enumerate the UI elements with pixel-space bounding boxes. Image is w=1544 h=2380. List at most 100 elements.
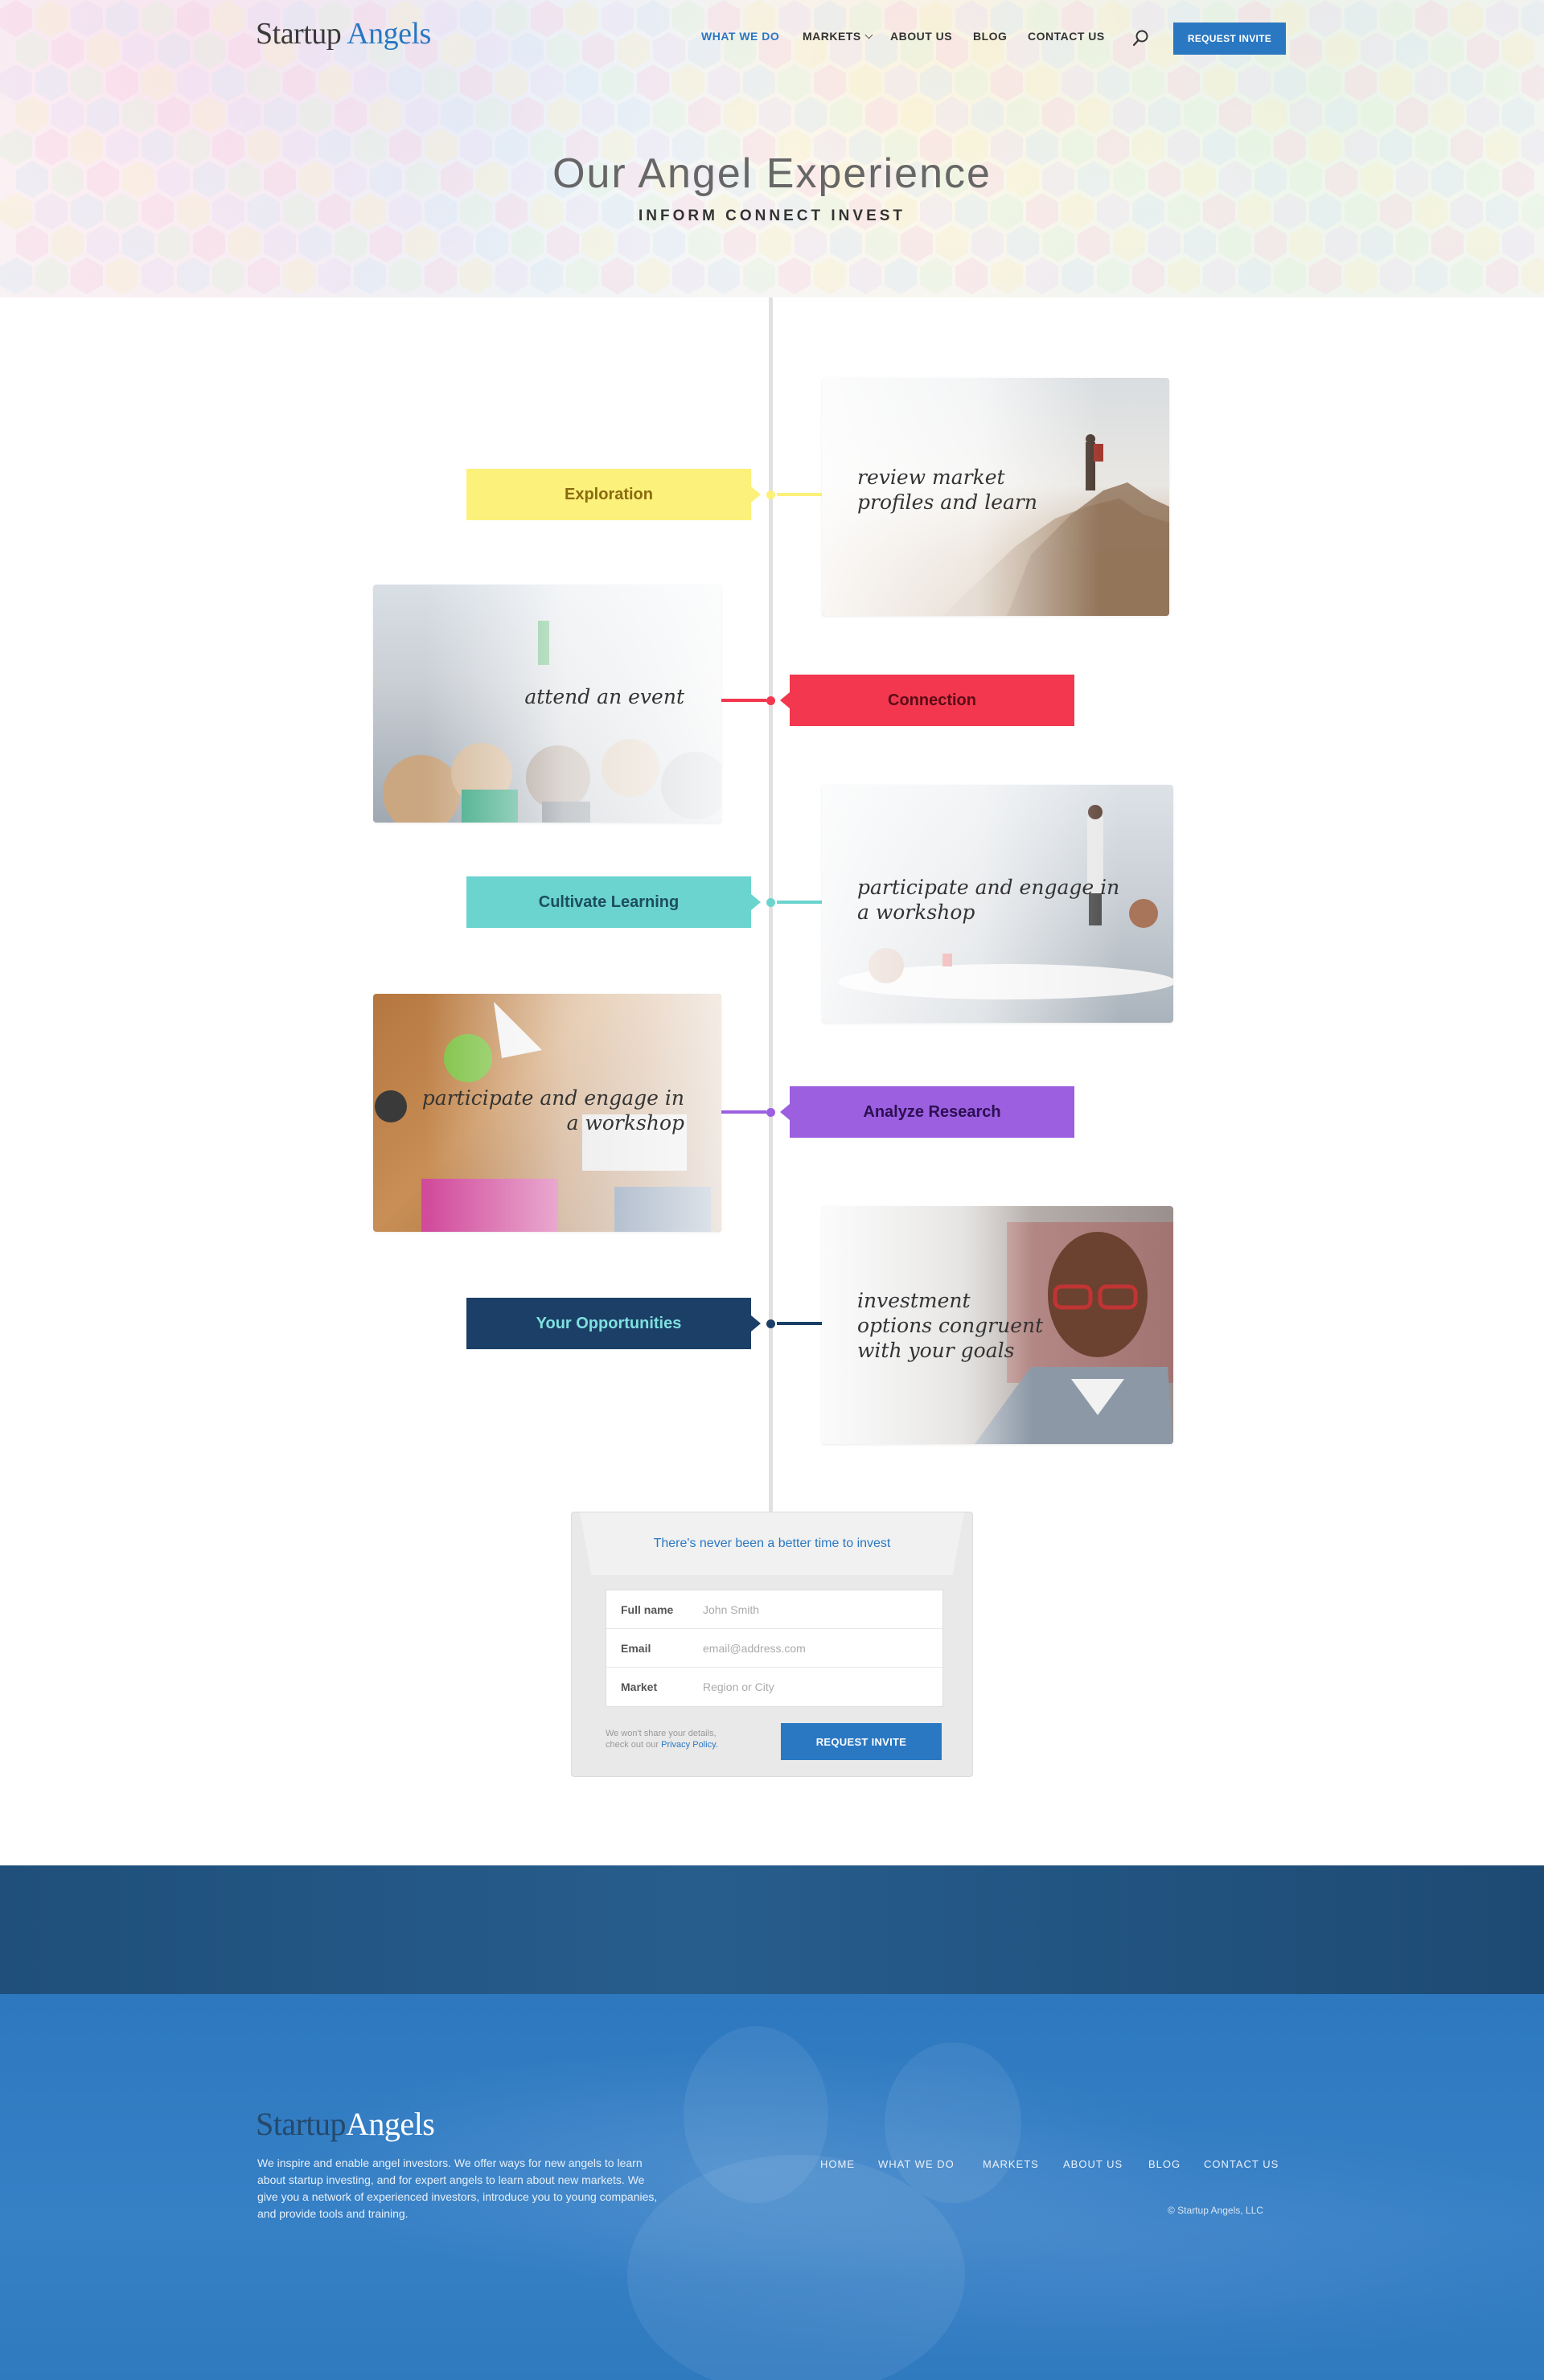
card-review-market: review market profiles and learn — [822, 378, 1169, 616]
hex-pattern — [1168, 257, 1200, 294]
stage-cultivate-learning: Cultivate Learning — [466, 876, 761, 928]
hex-pattern — [283, 64, 315, 101]
hex-pattern — [724, 96, 756, 133]
hex-pattern — [158, 96, 190, 133]
form-request-invite-button[interactable]: REQUEST INVITE — [781, 1723, 942, 1760]
timeline-dot — [766, 490, 775, 499]
hex-pattern — [51, 32, 84, 69]
hex-pattern — [476, 96, 508, 133]
footer-nav-home[interactable]: HOME — [820, 2158, 855, 2170]
hex-pattern — [1238, 257, 1271, 294]
hex-pattern — [688, 96, 721, 133]
hex-pattern — [1431, 96, 1464, 133]
hex-pattern — [849, 64, 881, 101]
hex-pattern — [1132, 64, 1164, 101]
page-subtitle: INFORM CONNECT INVEST — [638, 207, 906, 224]
hex-pattern — [299, 96, 331, 133]
footer-nav-blog[interactable]: BLOG — [1148, 2158, 1181, 2170]
hex-pattern — [1415, 64, 1448, 101]
form-row-email: Email — [606, 1629, 942, 1668]
hex-pattern — [405, 96, 437, 133]
hex-pattern — [618, 96, 650, 133]
hex-pattern — [618, 32, 650, 69]
hex-pattern — [1325, 32, 1357, 69]
hex-pattern — [35, 64, 68, 101]
form-row-full-name: Full name — [606, 1590, 942, 1629]
hex-pattern — [1290, 96, 1322, 133]
full-name-label: Full name — [621, 1602, 674, 1616]
hex-pattern — [87, 96, 119, 133]
hex-pattern — [1203, 257, 1235, 294]
nav-markets[interactable]: MARKETS — [803, 30, 873, 43]
hex-pattern — [936, 225, 968, 262]
hex-pattern — [1078, 96, 1110, 133]
site-logo[interactable]: Startup Angels — [256, 16, 431, 51]
nav-blog[interactable]: BLOG — [973, 30, 1007, 43]
footer-description: We inspire and enable angel investors. W… — [257, 2156, 658, 2220]
footer — [0, 1994, 1544, 2380]
hex-pattern — [971, 96, 1004, 133]
hex-pattern — [1486, 257, 1518, 294]
hex-pattern — [778, 257, 811, 294]
hex-pattern — [582, 225, 614, 262]
hex-pattern — [511, 225, 544, 262]
hex-pattern — [460, 257, 492, 294]
hex-pattern — [708, 64, 740, 101]
hex-pattern — [460, 0, 492, 37]
hex-pattern — [51, 225, 84, 262]
footer-nav-markets[interactable]: MARKETS — [983, 2158, 1039, 2170]
hex-pattern — [177, 257, 209, 294]
page-title: Our Angel Experience — [552, 150, 992, 197]
hex-pattern — [283, 257, 315, 294]
request-invite-button[interactable]: REQUEST INVITE — [1173, 23, 1286, 55]
hex-pattern — [1521, 64, 1544, 101]
hex-pattern — [1274, 257, 1306, 294]
hex-pattern — [177, 0, 209, 37]
hex-pattern — [637, 0, 669, 37]
hex-pattern — [672, 64, 704, 101]
hex-pattern — [1062, 257, 1094, 294]
timeline-connector — [777, 493, 822, 496]
market-label: Market — [621, 1680, 658, 1693]
hex-pattern — [1290, 32, 1322, 69]
footer-nav-about-us[interactable]: ABOUT US — [1063, 2158, 1123, 2170]
hex-pattern — [1219, 225, 1251, 262]
full-name-field[interactable] — [703, 1602, 942, 1616]
chevron-down-icon — [864, 31, 873, 39]
nav-contact-us[interactable]: CONTACT US — [1028, 30, 1105, 43]
hex-pattern — [16, 96, 48, 133]
hex-pattern — [193, 96, 225, 133]
email-field[interactable] — [703, 1641, 942, 1655]
form-fields: Full name Email Market — [606, 1590, 943, 1707]
timeline-connector — [777, 1322, 822, 1325]
footer-photo-shape — [627, 2155, 965, 2380]
hex-pattern — [1467, 32, 1499, 69]
card-investment-options: investment options congruent with your g… — [822, 1206, 1173, 1444]
hex-pattern — [814, 64, 846, 101]
hex-pattern — [566, 0, 598, 37]
footer-nav-contact-us[interactable]: CONTACT US — [1204, 2158, 1279, 2170]
hex-pattern — [1254, 96, 1287, 133]
search-icon[interactable] — [1132, 29, 1150, 47]
hex-pattern — [901, 96, 933, 133]
footer-logo[interactable]: StartupAngels — [256, 2105, 435, 2143]
nav-about-us[interactable]: ABOUT US — [890, 30, 952, 43]
nav-what-we-do[interactable]: WHAT WE DO — [701, 30, 779, 43]
hex-pattern — [106, 257, 138, 294]
hex-pattern — [531, 257, 563, 294]
hex-pattern — [582, 96, 614, 133]
hex-pattern — [1309, 257, 1341, 294]
privacy-policy-link[interactable]: Privacy Policy. — [661, 1740, 718, 1750]
market-field[interactable] — [703, 1680, 942, 1693]
invite-form: There's never been a better time to inve… — [571, 1512, 973, 1777]
hex-pattern — [476, 32, 508, 69]
hex-pattern — [1361, 96, 1393, 133]
hex-pattern — [1486, 64, 1518, 101]
hex-pattern — [405, 225, 437, 262]
hex-pattern — [602, 0, 634, 37]
form-heading: There's never been a better time to inve… — [580, 1512, 964, 1575]
hex-pattern — [759, 225, 791, 262]
hex-pattern — [1451, 0, 1483, 37]
footer-nav-what-we-do[interactable]: WHAT WE DO — [878, 2158, 955, 2170]
hex-pattern — [354, 64, 386, 101]
